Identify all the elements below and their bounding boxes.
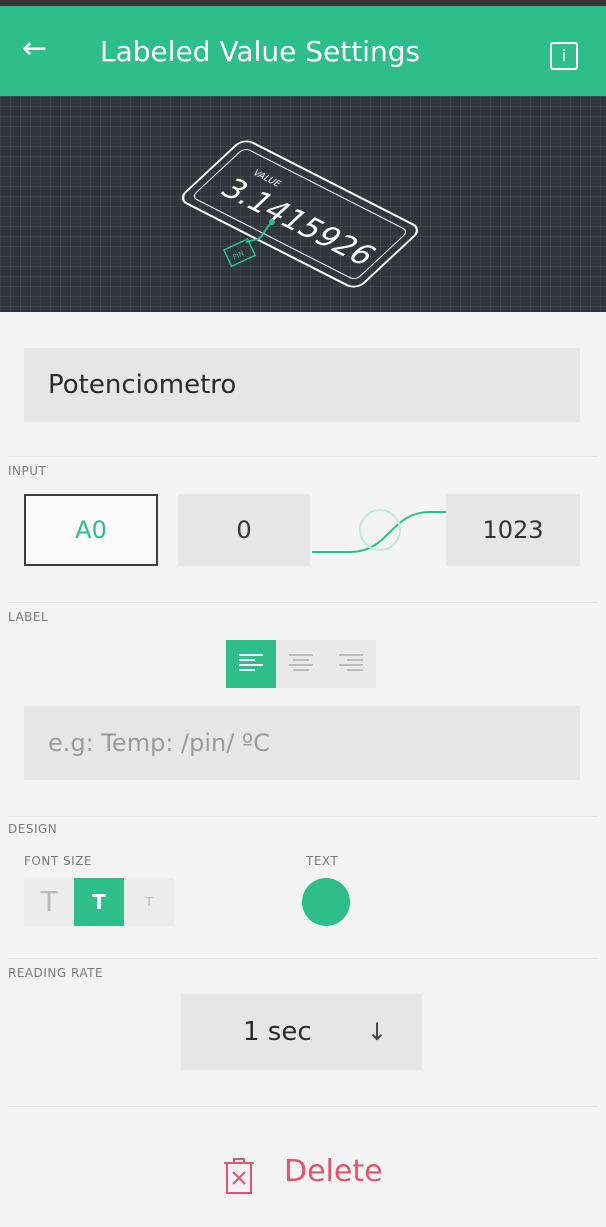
text-color-picker[interactable] [302, 878, 350, 926]
font-size-small-button[interactable]: T [124, 878, 174, 926]
label-section-label: LABEL [8, 610, 49, 624]
align-right-button[interactable] [326, 640, 376, 688]
label-alignment-group [226, 640, 376, 688]
align-right-icon [339, 654, 363, 674]
font-size-selector: T T T [24, 878, 174, 926]
trash-icon [224, 1158, 254, 1194]
preview-pin-text: PIN [231, 249, 245, 261]
font-size-large-button[interactable]: T [24, 878, 74, 926]
app-header: ← Labeled Value Settings i [0, 0, 606, 96]
font-size-label: FONT SIZE [24, 854, 92, 868]
delete-label: Delete [284, 1154, 383, 1189]
reading-rate-dropdown[interactable]: 1 sec ↓ [181, 994, 422, 1070]
max-value-input[interactable]: 1023 [446, 494, 580, 566]
align-left-button[interactable] [226, 640, 276, 688]
align-center-icon [289, 654, 313, 674]
divider [8, 456, 598, 457]
info-glyph: i [561, 46, 567, 65]
align-center-button[interactable] [276, 640, 326, 688]
pin-connector-illustration: PIN [223, 238, 257, 268]
reading-rate-value: 1 sec [243, 1017, 312, 1047]
widget-name-input[interactable]: Potenciometro [24, 348, 580, 422]
value-display-illustration: VALUE 3.1415926 [181, 140, 419, 288]
reading-rate-section-label: READING RATE [8, 966, 104, 980]
divider [8, 958, 598, 959]
page-title: Labeled Value Settings [100, 35, 421, 68]
arrow-down-icon: ↓ [367, 1018, 388, 1046]
widget-illustration: VALUE 3.1415926 PIN [181, 140, 419, 288]
min-value-input[interactable]: 0 [178, 494, 310, 566]
align-left-icon [239, 654, 263, 674]
input-section-label: INPUT [8, 464, 47, 478]
divider [8, 602, 598, 603]
text-color-label: TEXT [306, 854, 339, 868]
divider [8, 816, 598, 817]
design-section-label: DESIGN [8, 822, 58, 836]
info-icon[interactable]: i [550, 42, 578, 70]
pin-selector[interactable]: A0 [24, 494, 158, 566]
label-format-input[interactable]: e.g: Temp: /pin/ ºC [24, 706, 580, 780]
widget-preview: VALUE 3.1415926 PIN [0, 96, 606, 312]
divider [8, 1106, 598, 1107]
mapping-curve-icon [312, 509, 446, 553]
font-size-medium-button[interactable]: T [74, 878, 124, 926]
back-arrow-icon[interactable]: ← [22, 32, 52, 66]
